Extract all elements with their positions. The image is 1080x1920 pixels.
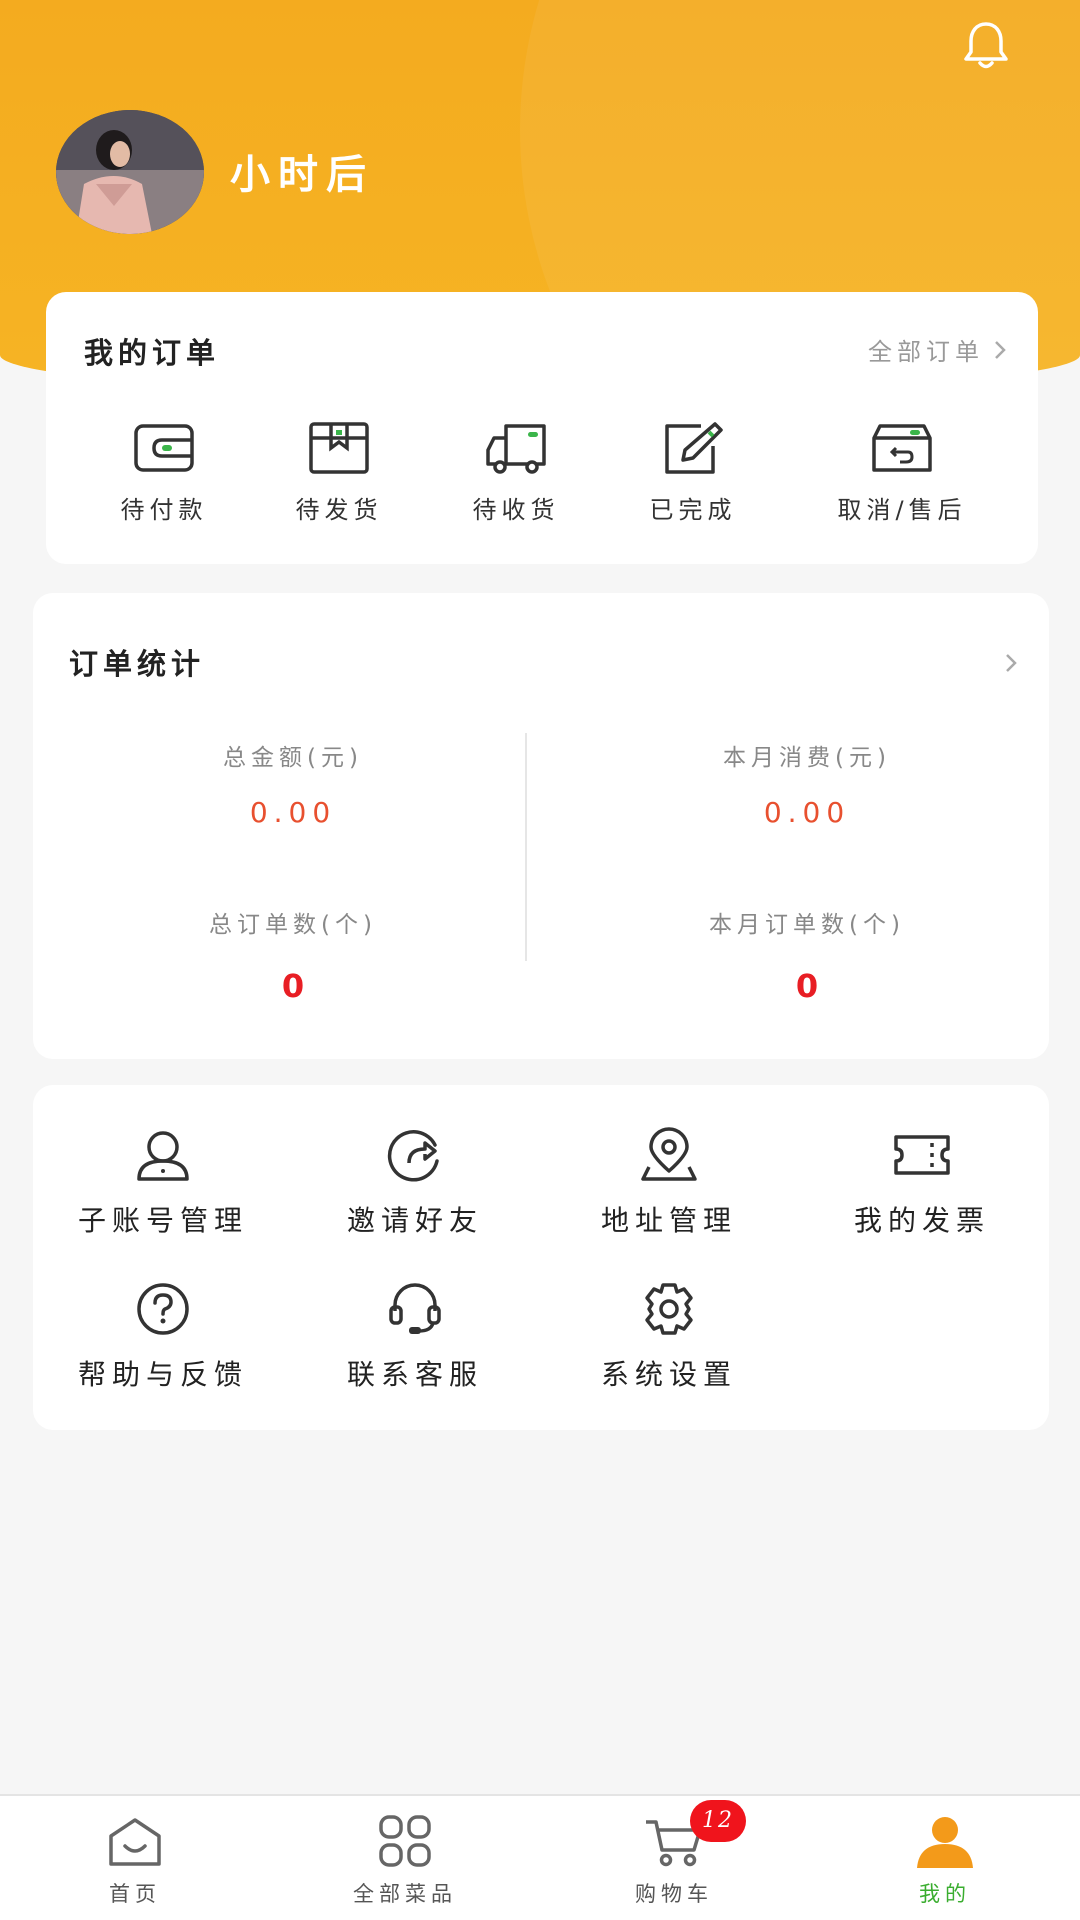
menu-help-feedback[interactable]: 帮助与反馈: [53, 1281, 273, 1393]
home-icon: [109, 1818, 161, 1866]
menu-item-label: 我的发票: [853, 1204, 990, 1237]
tab-home[interactable]: 首页: [35, 1814, 235, 1908]
tab-label: 我的: [919, 1882, 971, 1906]
order-pending-payment[interactable]: 待付款: [79, 420, 249, 525]
bell-icon[interactable]: [956, 16, 1016, 76]
return-box-icon: [872, 424, 932, 472]
order-pending-receipt[interactable]: 待收货: [431, 420, 601, 525]
stat-value: 0.00: [763, 796, 851, 829]
order-pending-shipment[interactable]: 待发货: [254, 420, 424, 525]
user-icon: [137, 1131, 189, 1181]
tab-profile[interactable]: 我的: [845, 1814, 1045, 1908]
share-icon: [387, 1130, 439, 1182]
stat-value: 0: [281, 967, 305, 1005]
menu-item-label: 子账号管理: [77, 1204, 248, 1237]
ticket-icon: [894, 1135, 950, 1175]
order-item-label: 待发货: [295, 496, 383, 524]
menu-settings[interactable]: 系统设置: [559, 1281, 779, 1393]
tab-label: 购物车: [635, 1882, 713, 1906]
delivery-truck-icon: [486, 424, 546, 474]
stats-divider: [525, 733, 527, 961]
tab-label: 首页: [109, 1882, 161, 1906]
bottom-tab-bar: 首页 全部菜品 12 购物车 我的: [0, 1794, 1080, 1920]
tab-all-dishes[interactable]: 全部菜品: [305, 1814, 505, 1908]
menu-item-label: 联系客服: [346, 1358, 483, 1391]
orders-card: 我的订单 全部订单 待付款 待发货 待收货 已完成 取消/售后: [46, 292, 1038, 564]
menu-contact-support[interactable]: 联系客服: [305, 1281, 525, 1393]
order-after-sales[interactable]: 取消/售后: [802, 420, 1002, 525]
stat-month-orders: 本月订单数(个) 0: [607, 905, 1007, 1005]
wallet-icon: [134, 424, 194, 472]
order-item-label: 待收货: [472, 496, 560, 524]
stat-label: 本月订单数(个): [709, 912, 905, 938]
order-item-label: 取消/售后: [837, 496, 967, 524]
gear-icon: [645, 1283, 693, 1335]
stat-value: 0.00: [249, 796, 337, 829]
order-item-label: 已完成: [649, 496, 737, 524]
stat-label: 总订单数(个): [209, 912, 377, 938]
menu-item-label: 邀请好友: [346, 1204, 483, 1237]
services-card: 子账号管理 邀请好友 地址管理 我的发票 帮助与反馈 联系客服 系统设置: [33, 1085, 1049, 1430]
orders-title: 我的订单: [84, 336, 221, 370]
menu-item-label: 系统设置: [600, 1358, 737, 1391]
all-orders-link[interactable]: 全部订单: [868, 332, 1008, 367]
stat-value: 0: [795, 967, 819, 1005]
menu-sub-accounts[interactable]: 子账号管理: [53, 1127, 273, 1239]
tab-label: 全部菜品: [353, 1882, 457, 1906]
profile-icon: [917, 1817, 973, 1868]
stat-label: 总金额(元): [223, 745, 363, 771]
tab-cart[interactable]: 12 购物车: [574, 1800, 774, 1908]
stat-label: 本月消费(元): [723, 745, 891, 771]
stat-total-amount: 总金额(元) 0.00: [93, 738, 493, 829]
location-pin-icon: [641, 1127, 697, 1181]
edit-check-icon: [665, 422, 723, 474]
stat-month-spend: 本月消费(元) 0.00: [607, 738, 1007, 829]
stats-title: 订单统计: [69, 647, 206, 681]
menu-item-label: 地址管理: [600, 1204, 737, 1237]
help-icon: [137, 1283, 189, 1335]
menu-item-label: 帮助与反馈: [77, 1358, 248, 1391]
cart-badge: 12: [690, 1800, 746, 1842]
package-icon: [309, 422, 369, 474]
headset-icon: [389, 1283, 441, 1334]
avatar-photo: [56, 110, 204, 234]
menu-invite-friends[interactable]: 邀请好友: [305, 1127, 525, 1239]
grid-icon: [379, 1815, 431, 1867]
avatar[interactable]: [56, 110, 204, 234]
menu-address[interactable]: 地址管理: [559, 1127, 779, 1239]
order-stats-card[interactable]: 订单统计 总金额(元) 0.00 本月消费(元) 0.00 总订单数(个) 0 …: [33, 593, 1049, 1059]
order-item-label: 待付款: [120, 496, 208, 524]
stat-total-orders: 总订单数(个) 0: [93, 905, 493, 1005]
chevron-right-icon: [995, 340, 1006, 359]
menu-invoices[interactable]: 我的发票: [812, 1127, 1032, 1239]
order-completed[interactable]: 已完成: [608, 420, 778, 525]
all-orders-label: 全部订单: [868, 338, 984, 366]
username: 小时后: [230, 151, 374, 198]
chevron-right-icon[interactable]: [1003, 651, 1019, 675]
